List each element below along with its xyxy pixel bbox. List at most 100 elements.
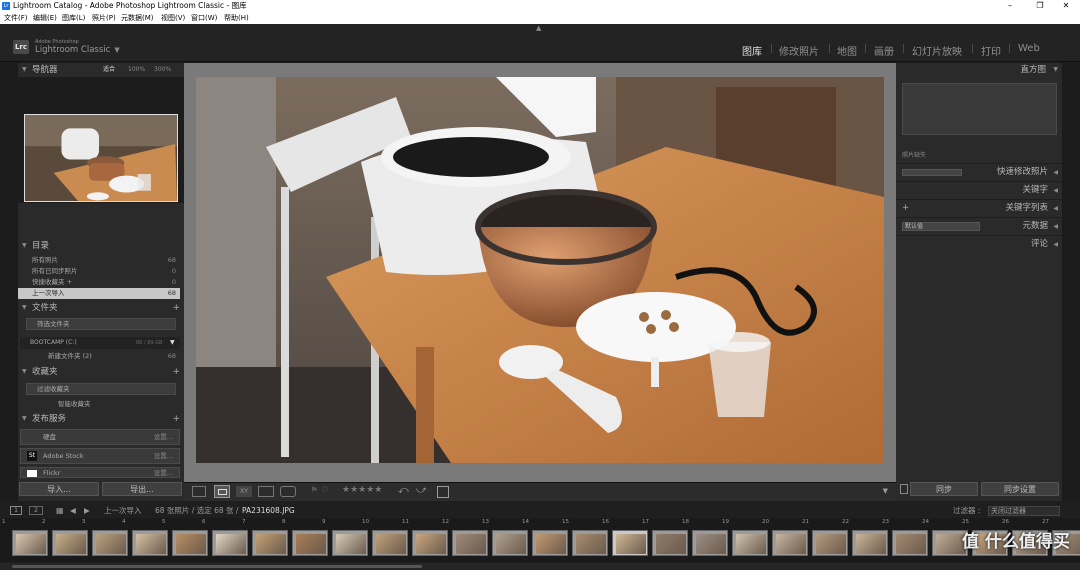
keywording-header[interactable]: 关键字 ◀ bbox=[896, 181, 1062, 198]
collection-filter-input[interactable]: 过滤收藏夹 bbox=[26, 383, 176, 395]
filmstrip-thumbnail[interactable] bbox=[212, 530, 248, 556]
crop-overlay-icon[interactable] bbox=[437, 486, 449, 498]
filmstrip-thumbnail[interactable] bbox=[612, 530, 648, 556]
metadata-preset-dropdown[interactable]: 默认值 bbox=[902, 222, 980, 231]
left-panel-edge[interactable] bbox=[0, 63, 18, 501]
survey-view-icon[interactable] bbox=[258, 486, 274, 497]
toolbar-menu-icon[interactable]: ▼ bbox=[883, 487, 888, 495]
filmstrip-thumbnail[interactable] bbox=[52, 530, 88, 556]
menu-window[interactable]: 窗口(W) bbox=[191, 12, 217, 24]
grid-view-icon[interactable] bbox=[192, 486, 206, 497]
maximize-button[interactable]: ❐ bbox=[1026, 0, 1054, 12]
scrollbar-knob[interactable] bbox=[12, 565, 422, 568]
folder-row[interactable]: 新建文件夹 (2) 68 bbox=[18, 351, 180, 362]
menu-photo[interactable]: 照片(P) bbox=[92, 12, 116, 24]
filmstrip-thumbnail[interactable] bbox=[892, 530, 928, 556]
filmstrip-scrollbar[interactable] bbox=[0, 563, 1080, 570]
catalog-synced-photos[interactable]: 所有已同步照片 0 bbox=[18, 266, 180, 277]
publish-services-header[interactable]: ▼ 发布服务 + bbox=[18, 412, 184, 426]
current-filename[interactable]: PA231608.JPG bbox=[242, 503, 295, 518]
menu-edit[interactable]: 编辑(E) bbox=[33, 12, 57, 24]
filmstrip-thumbnail[interactable] bbox=[12, 530, 48, 556]
folder-filter-input[interactable]: 筛选文件夹 bbox=[26, 318, 176, 330]
module-develop[interactable]: 修改照片 bbox=[779, 43, 819, 58]
filmstrip-thumbnail[interactable] bbox=[412, 530, 448, 556]
smart-collections-row[interactable]: 智能收藏夹 bbox=[18, 399, 180, 410]
identity-plate[interactable]: Lightroom Classic ▼ bbox=[35, 45, 120, 55]
filmstrip-thumbnail[interactable] bbox=[452, 530, 488, 556]
people-view-icon[interactable] bbox=[280, 486, 296, 497]
filmstrip-thumbnail[interactable] bbox=[732, 530, 768, 556]
minimize-button[interactable]: – bbox=[996, 0, 1024, 12]
publish-flickr[interactable]: Flickr 设置... bbox=[20, 467, 180, 478]
source-label[interactable]: 上一次导入 bbox=[104, 503, 142, 518]
catalog-quick-collection[interactable]: 快捷收藏夹 + 0 bbox=[18, 277, 180, 288]
filmstrip-thumbnail[interactable] bbox=[292, 530, 328, 556]
keyword-list-header[interactable]: + 关键字列表 ◀ bbox=[896, 199, 1062, 216]
module-web[interactable]: Web bbox=[1018, 43, 1040, 54]
filmstrip-thumbnail[interactable] bbox=[172, 530, 208, 556]
main-photo[interactable] bbox=[196, 77, 884, 463]
menu-help[interactable]: 帮助(H) bbox=[224, 12, 249, 24]
zoom-100[interactable]: 100% bbox=[128, 63, 145, 77]
filmstrip-thumbnail[interactable] bbox=[812, 530, 848, 556]
publish-setup-button[interactable]: 设置... bbox=[154, 430, 173, 444]
publish-setup-button[interactable]: 设置... bbox=[154, 449, 173, 463]
saved-preset-dropdown[interactable] bbox=[902, 169, 962, 176]
filmstrip-thumbnail[interactable] bbox=[772, 530, 808, 556]
filmstrip-thumbnail[interactable] bbox=[572, 530, 608, 556]
module-slideshow[interactable]: 幻灯片放映 bbox=[912, 43, 962, 58]
filmstrip-thumbnail[interactable] bbox=[92, 530, 128, 556]
grid-icon[interactable]: ▦ bbox=[56, 503, 64, 518]
add-publish-service-icon[interactable]: + bbox=[172, 412, 180, 426]
filmstrip-thumbnail[interactable] bbox=[852, 530, 888, 556]
filmstrip-thumbnail[interactable] bbox=[332, 530, 368, 556]
navigator-thumbnail[interactable] bbox=[24, 114, 178, 202]
filter-dropdown[interactable]: 关闭过滤器 bbox=[988, 506, 1060, 516]
navigator-header[interactable]: ▼ 导航器 适合 100% 300% bbox=[18, 63, 184, 77]
filmstrip-thumbnail[interactable] bbox=[252, 530, 288, 556]
back-arrow-icon[interactable]: ◀ bbox=[70, 503, 76, 518]
rotate-left-icon[interactable]: ⤺ bbox=[398, 485, 409, 496]
menu-library[interactable]: 图库(L) bbox=[62, 12, 85, 24]
compare-view-icon[interactable]: XY bbox=[236, 486, 252, 497]
close-button[interactable]: ✕ bbox=[1052, 0, 1080, 12]
right-panel-edge[interactable] bbox=[1062, 63, 1080, 501]
histogram-header[interactable]: 直方图 ▼ bbox=[896, 63, 1062, 77]
module-library[interactable]: 图库 bbox=[742, 43, 762, 58]
zoom-fit[interactable]: 适合 bbox=[103, 63, 115, 77]
navigator-preview-area[interactable] bbox=[18, 77, 184, 203]
comments-header[interactable]: 评论 ◀ bbox=[896, 235, 1062, 252]
volume-menu-icon[interactable]: ▼ bbox=[170, 337, 175, 349]
collapse-top-panel-icon[interactable]: ▲ bbox=[536, 24, 541, 32]
quick-develop-header[interactable]: 快速修改照片 ◀ bbox=[896, 163, 1062, 180]
module-book[interactable]: 画册 bbox=[874, 43, 894, 58]
menu-file[interactable]: 文件(F) bbox=[4, 12, 28, 24]
filmstrip[interactable] bbox=[0, 527, 1080, 562]
sync-button[interactable]: 同步 bbox=[910, 482, 978, 496]
rotate-right-icon[interactable]: ⤻ bbox=[416, 485, 427, 496]
module-map[interactable]: 地图 bbox=[837, 43, 857, 58]
metadata-header[interactable]: 默认值 元数据 ◀ bbox=[896, 217, 1062, 234]
sync-settings-button[interactable]: 同步设置 bbox=[981, 482, 1059, 496]
loupe-view-icon[interactable] bbox=[214, 485, 230, 498]
filmstrip-thumbnail[interactable] bbox=[532, 530, 568, 556]
menu-metadata[interactable]: 元数据(M) bbox=[121, 12, 154, 24]
zoom-300[interactable]: 300% bbox=[154, 63, 171, 77]
import-button[interactable]: 导入... bbox=[19, 482, 99, 496]
export-button[interactable]: 导出... bbox=[102, 482, 182, 496]
volume-row[interactable]: BOOTCAMP (C:) 88 / 89 GB ▼ bbox=[20, 337, 180, 349]
flag-icons[interactable]: ⚑ ⚐ bbox=[310, 486, 329, 496]
module-print[interactable]: 打印 bbox=[981, 43, 1001, 58]
forward-arrow-icon[interactable]: ▶ bbox=[84, 503, 90, 518]
add-keyword-icon[interactable]: + bbox=[902, 200, 909, 217]
filmstrip-thumbnail[interactable] bbox=[492, 530, 528, 556]
publish-setup-button[interactable]: 设置... bbox=[154, 468, 173, 477]
add-collection-icon[interactable]: + bbox=[172, 365, 180, 379]
menu-view[interactable]: 视图(V) bbox=[161, 12, 185, 24]
filmstrip-thumbnail[interactable] bbox=[132, 530, 168, 556]
star-rating[interactable]: ★★★★★ bbox=[342, 485, 382, 495]
catalog-previous-import[interactable]: 上一次导入 68 bbox=[18, 288, 180, 299]
catalog-all-photos[interactable]: 所有照片 68 bbox=[18, 255, 180, 266]
publish-hard-drive[interactable]: 硬盘 设置... bbox=[20, 429, 180, 445]
